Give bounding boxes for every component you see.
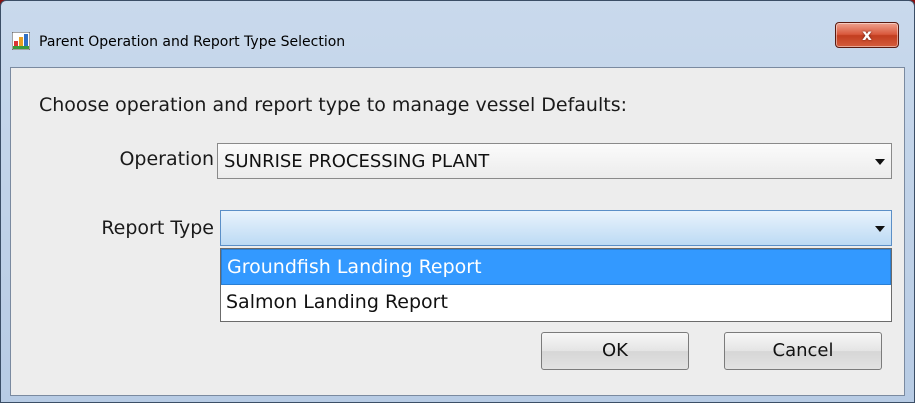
prompt-text: Choose operation and report type to mana…	[39, 94, 627, 116]
chevron-down-icon[interactable]	[875, 159, 885, 165]
operation-select[interactable]: SUNRISE PROCESSING PLANT	[217, 143, 892, 179]
report-type-label: Report Type	[101, 217, 214, 239]
report-type-select[interactable]	[220, 210, 892, 246]
cancel-button[interactable]: Cancel	[724, 332, 882, 370]
dropdown-option-groundfish[interactable]: Groundfish Landing Report	[221, 249, 891, 285]
app-icon	[12, 32, 30, 50]
dialog-window: Parent Operation and Report Type Selecti…	[0, 0, 915, 403]
operation-selected-value: SUNRISE PROCESSING PLANT	[224, 151, 490, 172]
title-bar[interactable]: Parent Operation and Report Type Selecti…	[1, 1, 914, 67]
close-x-icon: x	[862, 26, 872, 44]
chevron-down-icon[interactable]	[875, 226, 885, 232]
ok-button[interactable]: OK	[541, 332, 689, 370]
dropdown-option-salmon[interactable]: Salmon Landing Report	[221, 285, 891, 321]
operation-label: Operation	[119, 148, 214, 170]
report-type-dropdown-list: Groundfish Landing Report Salmon Landing…	[220, 248, 892, 322]
window-title: Parent Operation and Report Type Selecti…	[39, 34, 346, 50]
close-button[interactable]: x	[835, 22, 899, 48]
dialog-content: Choose operation and report type to mana…	[10, 67, 905, 396]
